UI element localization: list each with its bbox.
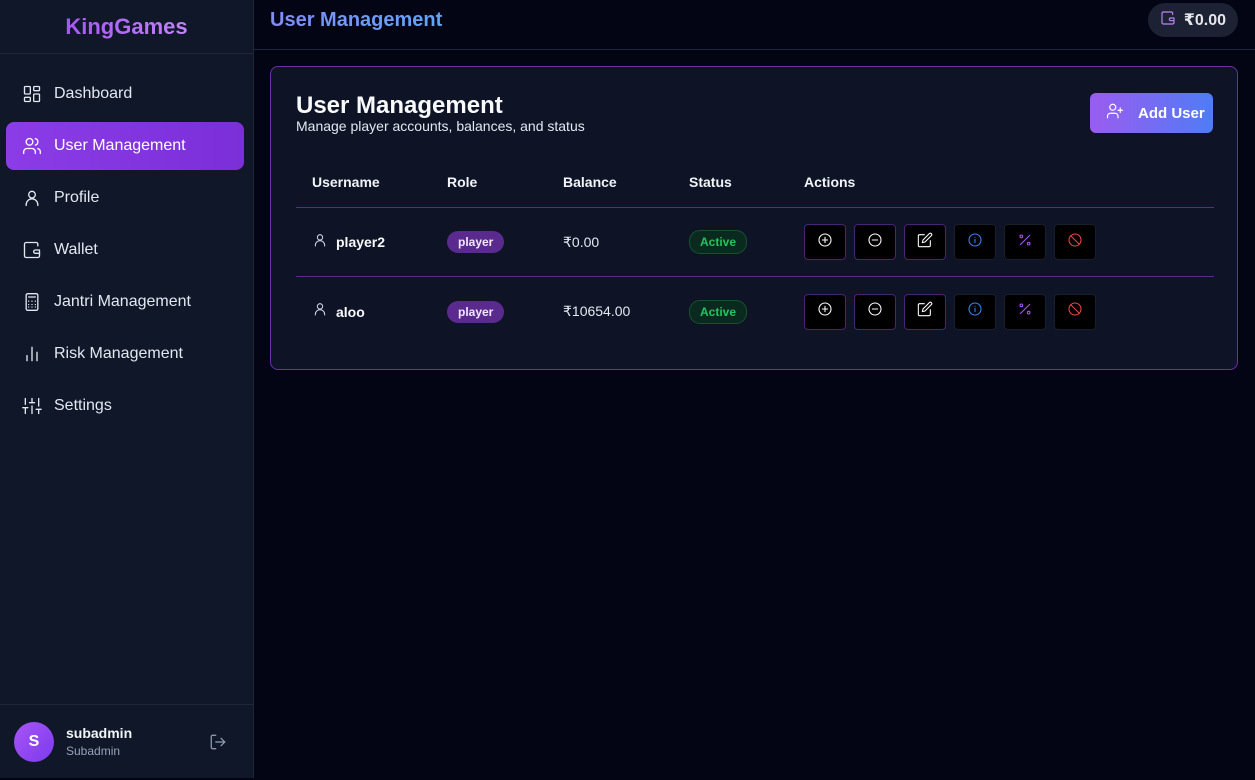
role-badge: player [447, 231, 505, 253]
sidebar-item-label: Dashboard [54, 85, 133, 102]
percent-icon [1017, 232, 1033, 253]
column-header-username: Username [312, 174, 380, 190]
page-title: User Management [270, 9, 443, 31]
sidebar-item-label: Wallet [54, 241, 98, 258]
add-user-label: Add User [1138, 104, 1205, 122]
block-user-button[interactable] [1054, 293, 1096, 330]
status-badge: Active [689, 230, 748, 254]
sliders-icon [22, 396, 42, 416]
card-subtitle: Manage player accounts, balances, and st… [296, 118, 585, 134]
sidebar-item-label: Risk Management [54, 345, 183, 362]
sidebar-item-label: Settings [54, 397, 112, 414]
wallet-balance: ₹0.00 [1183, 12, 1226, 29]
wallet-icon [22, 240, 42, 260]
sidebar-item-settings[interactable]: Settings [6, 382, 244, 430]
deduct-balance-button[interactable] [854, 293, 896, 330]
table-row: player2 player ₹0.00 Active [296, 208, 1214, 277]
deduct-balance-button[interactable] [854, 224, 896, 260]
sidebar: KingGames Dashboard User Management Prof… [0, 0, 254, 778]
edit-icon [917, 232, 933, 253]
status-badge: Active [689, 299, 748, 324]
block-user-button[interactable] [1054, 224, 1096, 260]
balance-cell: ₹0.00 [563, 233, 600, 250]
user-icon [312, 232, 328, 253]
minus-circle-icon [867, 232, 883, 253]
sidebar-nav: Dashboard User Management Profile Wallet [0, 54, 253, 430]
users-table: Username Role Balance Status Actions pla… [296, 157, 1214, 346]
app-root: KingGames Dashboard User Management Prof… [0, 0, 1255, 780]
users-icon [22, 136, 42, 156]
sidebar-item-wallet[interactable]: Wallet [6, 226, 244, 274]
brand-logo[interactable]: KingGames [0, 0, 253, 54]
add-user-button[interactable]: Add User [1090, 93, 1213, 133]
sidebar-item-jantri-management[interactable]: Jantri Management [6, 278, 244, 326]
actions-cell [804, 293, 1214, 330]
percent-icon [1017, 301, 1033, 322]
wallet-icon [1160, 10, 1176, 31]
sidebar-item-label: Jantri Management [54, 293, 191, 310]
brand-name: KingGames [65, 13, 188, 39]
user-meta: subadmin Subadmin [66, 725, 132, 758]
minus-circle-icon [867, 301, 883, 322]
user-role: Subadmin [66, 744, 121, 758]
sidebar-item-user-management[interactable]: User Management [6, 122, 244, 170]
card-title: User Management [296, 92, 503, 119]
user-plus-icon [1106, 102, 1124, 124]
username: aloo [336, 303, 365, 320]
dashboard-icon [22, 84, 42, 104]
role-cell: player [447, 300, 563, 323]
user-name: subadmin [66, 725, 133, 741]
logout-icon [209, 734, 227, 755]
table-header: Username Role Balance Status Actions [296, 157, 1214, 208]
user-icon [22, 188, 42, 208]
edit-user-button[interactable] [904, 224, 946, 260]
sidebar-item-label: User Management [54, 137, 186, 154]
user-info-button[interactable] [954, 224, 996, 260]
username-cell: aloo [296, 301, 447, 322]
balance-cell: ₹10654.00 [563, 303, 631, 319]
status-cell: Active [689, 230, 804, 254]
avatar[interactable]: S [14, 721, 54, 762]
sidebar-item-label: Profile [54, 189, 100, 206]
sidebar-item-risk-management[interactable]: Risk Management [6, 330, 244, 378]
logout-button[interactable] [209, 733, 227, 751]
commission-button[interactable] [1004, 293, 1046, 330]
username: player2 [336, 234, 386, 250]
sidebar-item-profile[interactable]: Profile [6, 174, 244, 222]
edit-user-button[interactable] [904, 293, 946, 330]
table-row: aloo player ₹10654.00 Active [296, 277, 1214, 346]
user-info-button[interactable] [954, 293, 996, 330]
ban-icon [1067, 232, 1083, 253]
sidebar-user-card: S subadmin Subadmin [0, 704, 253, 778]
role-cell: player [447, 231, 563, 253]
status-cell: Active [689, 299, 804, 324]
add-balance-button[interactable] [804, 293, 846, 330]
ban-icon [1067, 301, 1083, 322]
top-bar: User Management ₹0.00 [254, 0, 1255, 50]
wallet-balance-chip[interactable]: ₹0.00 [1147, 3, 1238, 37]
column-header-actions: Actions [804, 174, 856, 190]
plus-circle-icon [817, 232, 833, 253]
column-header-status: Status [689, 174, 732, 190]
info-icon [967, 232, 983, 253]
bar-chart-icon [22, 344, 42, 364]
add-balance-button[interactable] [804, 224, 846, 260]
column-header-role: Role [447, 174, 478, 190]
info-icon [967, 301, 983, 322]
commission-button[interactable] [1004, 224, 1046, 260]
user-management-card: User Management Manage player accounts, … [270, 66, 1238, 370]
calculator-icon [22, 292, 42, 312]
edit-icon [917, 301, 933, 322]
role-badge: player [447, 300, 505, 323]
actions-cell [804, 224, 1214, 260]
column-header-balance: Balance [563, 174, 617, 190]
user-icon [312, 301, 328, 322]
sidebar-item-dashboard[interactable]: Dashboard [6, 70, 244, 118]
username-cell: player2 [296, 232, 447, 253]
plus-circle-icon [817, 301, 833, 322]
